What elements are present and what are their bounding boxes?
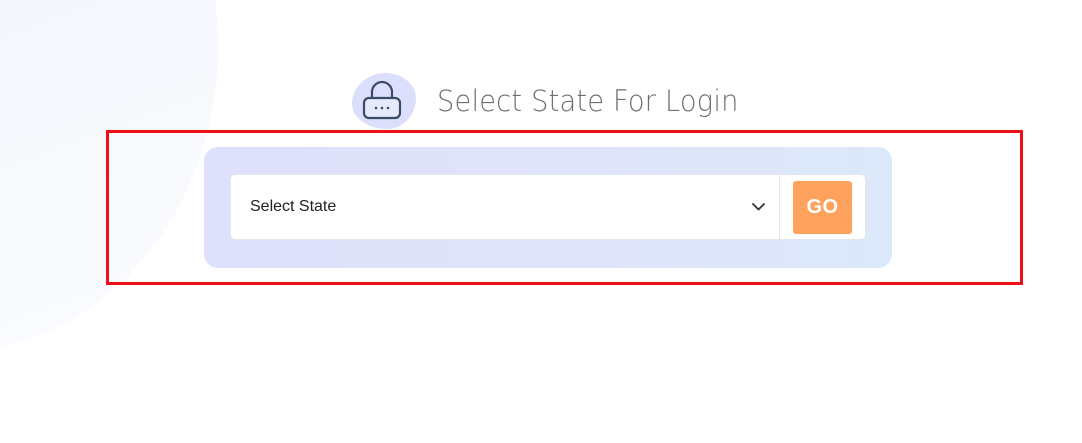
lock-icon bbox=[362, 80, 402, 120]
go-button-cell: GO bbox=[780, 175, 865, 239]
login-page: Select State For Login Select State GO bbox=[0, 0, 1082, 443]
state-select-value: Select State bbox=[250, 198, 337, 215]
page-title: Select State For Login bbox=[437, 84, 739, 118]
lock-icon-badge bbox=[350, 71, 416, 131]
chevron-down-icon bbox=[751, 200, 765, 214]
state-input-group: Select State GO bbox=[230, 174, 866, 240]
state-select-card: Select State GO bbox=[204, 147, 892, 268]
state-select[interactable]: Select State bbox=[231, 175, 780, 239]
page-heading: Select State For Login bbox=[350, 70, 758, 132]
go-button[interactable]: GO bbox=[793, 180, 852, 234]
